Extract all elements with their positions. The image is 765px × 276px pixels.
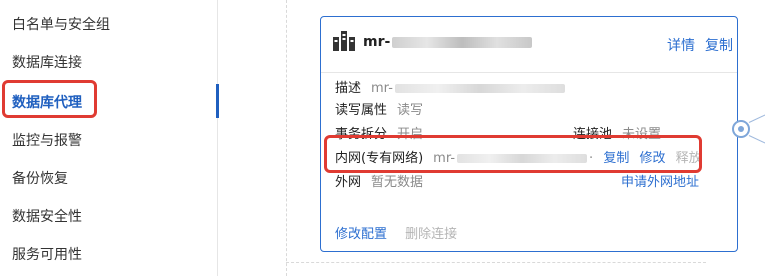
connector-node-icon [732,120,750,138]
proxy-connection-card: mr- 详情 复制 描述 mr- 读写属性 读写 事务拆分 开启 连接池 未设置 内网(… [320,16,738,252]
active-indicator [216,84,219,118]
sidebar-item-backup[interactable]: 备份恢复 [12,168,68,188]
redacted-text [392,36,533,48]
delete-connection-link[interactable]: 删除连接 [405,227,457,242]
instance-name: mr- [363,34,533,50]
dashed-guide-horizontal [286,262,706,263]
details-link[interactable]: 详情 [667,35,695,55]
internet-label: 外网 [335,175,362,190]
sidebar-item-db-connection[interactable]: 数据库连接 [12,52,82,72]
connector-line [748,112,765,123]
rw-attr-row: 读写属性 读写 [335,99,423,118]
apply-internet-row: 申请外网地址 [621,171,699,190]
internet-value: 暂无数据 [371,175,424,190]
rw-attr-value: 读写 [397,103,424,118]
sidebar-item-whitelist[interactable]: 白名单与安全组 [12,14,110,34]
database-cluster-icon [333,31,355,51]
modify-config-link[interactable]: 修改配置 [335,227,387,242]
description-value: mr- [371,81,393,96]
rw-attr-label: 读写属性 [335,103,388,118]
highlight-box-sidebar [2,80,97,118]
description-label: 描述 [335,81,362,96]
card-header: mr- 详情 复制 [321,17,737,73]
sidebar-item-data-security[interactable]: 数据安全性 [12,206,82,226]
redacted-text [394,84,565,93]
description-row: 描述 mr- [335,77,565,96]
internet-row: 外网 暂无数据 [335,171,423,190]
instance-name-prefix: mr- [363,34,391,50]
sidebar: 白名单与安全组 数据库连接 数据库代理 监控与报警 备份恢复 数据安全性 服务可… [0,0,219,276]
apply-internet-address-link[interactable]: 申请外网地址 [621,175,699,190]
card-footer: 修改配置 删除连接 [335,223,457,242]
sidebar-item-monitoring[interactable]: 监控与报警 [12,130,82,150]
copy-link[interactable]: 复制 [705,35,733,55]
sidebar-item-availability[interactable]: 服务可用性 [12,244,82,264]
dashed-guide-vertical [286,0,287,276]
highlight-box-intranet [324,135,702,173]
connector-line [748,135,765,146]
